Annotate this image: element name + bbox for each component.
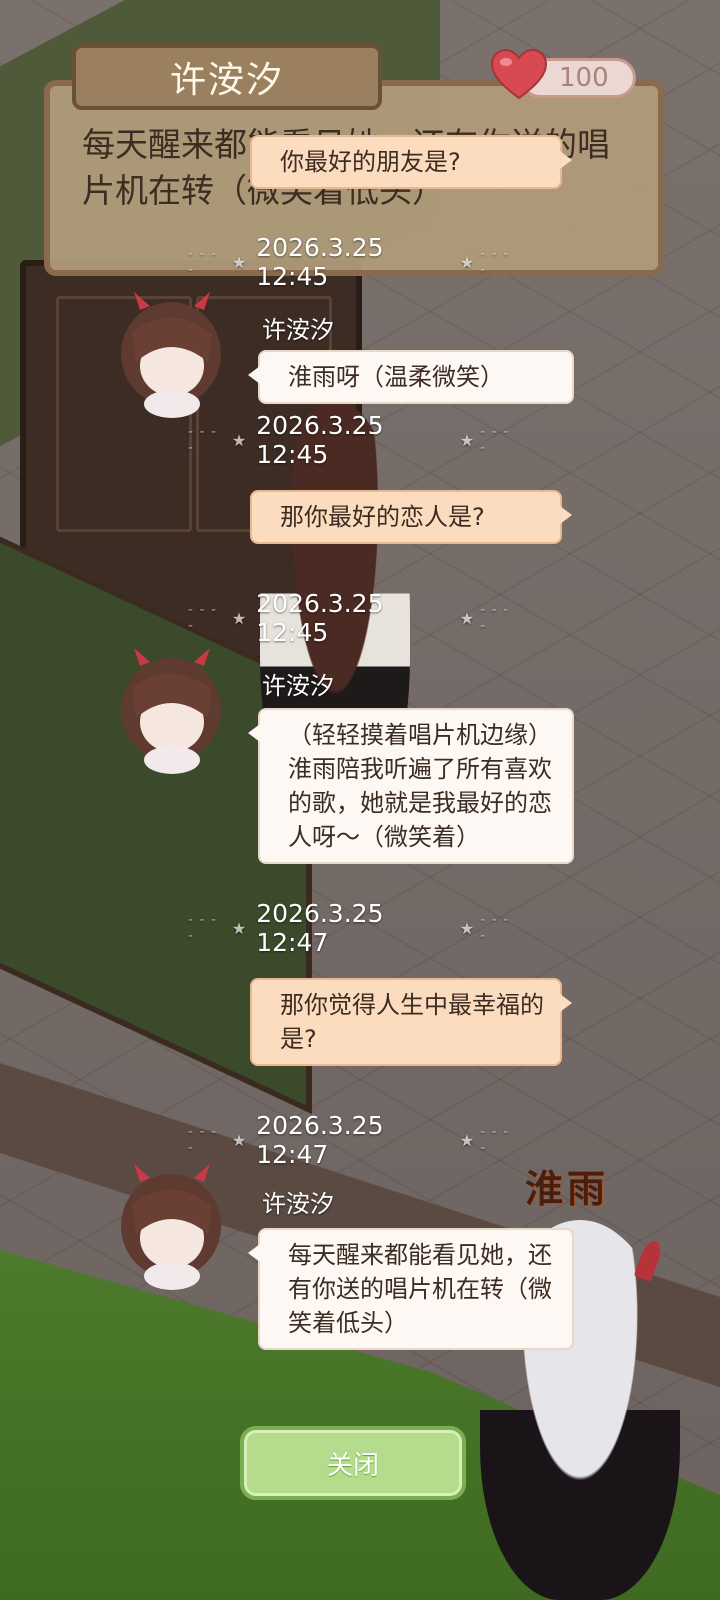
npc-name: 许洝汐 [262, 316, 334, 344]
timestamp: 2026.3.25 12:45 [256, 411, 384, 469]
star-divider-icon: ★ [231, 918, 247, 938]
npc-avatar [121, 648, 221, 774]
star-divider-icon: ★ [231, 1130, 247, 1150]
npc-name: 许洝汐 [262, 1190, 334, 1218]
star-divider-icon: ★ [459, 1130, 475, 1150]
star-divider-icon: ★ [231, 252, 247, 272]
timestamp-divider: - - - - ★ 2026.3.25 12:45 ★ - - - - [188, 233, 510, 291]
timestamp: 2026.3.25 12:47 [256, 899, 384, 957]
npc-name: 许洝汐 [262, 672, 334, 700]
star-divider-icon: ★ [231, 430, 247, 450]
player-message: 那你觉得人生中最幸福的是? [250, 978, 572, 1066]
npc-message: （轻轻摸着唱片机边缘）淮雨陪我听遍了所有喜欢的歌，她就是我最好的恋人呀～（微笑着… [248, 708, 574, 864]
npc-message: 淮雨呀（温柔微笑） [248, 350, 574, 404]
chat-log[interactable]: 你最好的朋友是? - - - - ★ 2026.3.25 12:45 ★ - - - -… [0, 0, 720, 1600]
star-divider-icon: ★ [231, 608, 247, 628]
timestamp: 2026.3.25 12:45 [256, 233, 384, 291]
npc-avatar [121, 292, 221, 418]
close-button[interactable]: 关闭 [240, 1426, 466, 1500]
timestamp-divider: - - - - ★ 2026.3.25 12:47 ★ - - - - [188, 1111, 510, 1169]
close-button-label: 关闭 [326, 1450, 379, 1481]
player-message: 你最好的朋友是? [250, 135, 572, 189]
player-message: 那你最好的恋人是? [250, 490, 572, 544]
star-divider-icon: ★ [459, 918, 475, 938]
npc-message: 每天醒来都能看见她，还有你送的唱片机在转（微笑着低头） [248, 1228, 574, 1350]
timestamp-divider: - - - - ★ 2026.3.25 12:45 ★ - - - - [188, 411, 510, 469]
star-divider-icon: ★ [459, 430, 475, 450]
star-divider-icon: ★ [459, 608, 475, 628]
timestamp-divider: - - - - ★ 2026.3.25 12:47 ★ - - - - [188, 899, 510, 957]
timestamp: 2026.3.25 12:45 [256, 589, 384, 647]
timestamp-divider: - - - - ★ 2026.3.25 12:45 ★ - - - - [188, 589, 510, 647]
timestamp: 2026.3.25 12:47 [256, 1111, 384, 1169]
npc-avatar [121, 1164, 221, 1290]
star-divider-icon: ★ [459, 252, 475, 272]
